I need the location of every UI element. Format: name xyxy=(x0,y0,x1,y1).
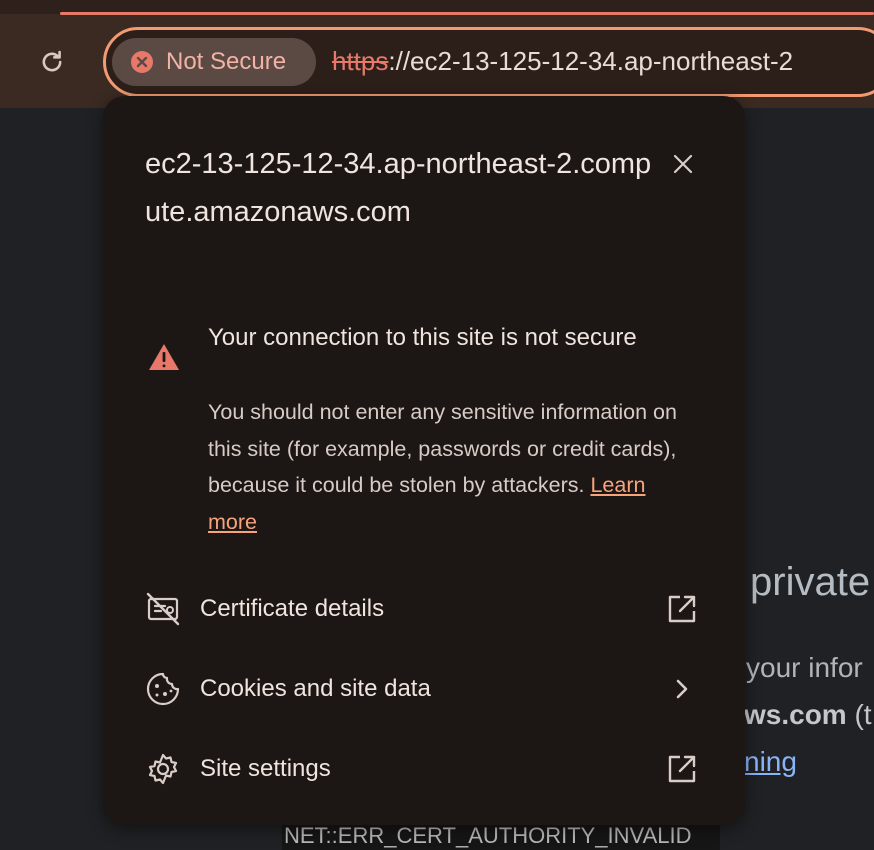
gear-icon xyxy=(148,753,178,785)
cookies-site-data-label: Cookies and site data xyxy=(200,675,431,702)
certificate-off-icon xyxy=(146,592,180,626)
page-heading-fragment: private xyxy=(750,560,871,604)
error-code: NET::ERR_CERT_AUTHORITY_INVALID xyxy=(282,822,720,850)
url-text[interactable]: https://ec2-13-125-12-34.ap-northeast-2 xyxy=(332,46,793,77)
cookies-site-data-row[interactable]: Cookies and site data xyxy=(103,649,745,729)
url-scheme: https xyxy=(332,46,389,76)
close-icon xyxy=(673,154,693,174)
security-chip[interactable]: Not Secure xyxy=(112,38,316,86)
certificate-details-label: Certificate details xyxy=(200,595,385,622)
page-host-bold: ws.com xyxy=(744,699,847,730)
site-info-popup: ec2-13-125-12-34.ap-northeast-2.compute.… xyxy=(103,96,745,825)
page-link-fragment[interactable]: ning xyxy=(744,746,797,778)
popup-title: ec2-13-125-12-34.ap-northeast-2.compute.… xyxy=(145,148,652,228)
certificate-details-row[interactable]: Certificate details xyxy=(103,569,745,649)
page-text-fragment: your infor xyxy=(746,652,863,683)
active-tab-indicator xyxy=(60,12,874,15)
warning-body: You should not enter any sensitive infor… xyxy=(208,394,688,540)
reload-button[interactable] xyxy=(34,44,70,80)
error-circle-icon xyxy=(131,51,153,73)
warning-heading: Your connection to this site is not secu… xyxy=(208,324,637,351)
page-host-rest: (t xyxy=(846,699,872,730)
site-settings-row[interactable]: Site settings xyxy=(103,729,745,809)
open-in-new-icon xyxy=(668,755,696,783)
cookie-icon xyxy=(146,672,180,706)
close-button[interactable] xyxy=(664,145,702,183)
warning-triangle-icon xyxy=(149,344,179,370)
site-settings-label: Site settings xyxy=(200,755,331,782)
open-in-new-icon xyxy=(668,595,696,623)
page-host-fragment: ws.com (t xyxy=(744,699,872,731)
chevron-right-icon xyxy=(676,679,688,699)
url-host: ://ec2-13-125-12-34.ap-northeast-2 xyxy=(388,46,794,76)
reload-icon xyxy=(42,50,62,72)
security-chip-label: Not Secure xyxy=(166,48,287,75)
